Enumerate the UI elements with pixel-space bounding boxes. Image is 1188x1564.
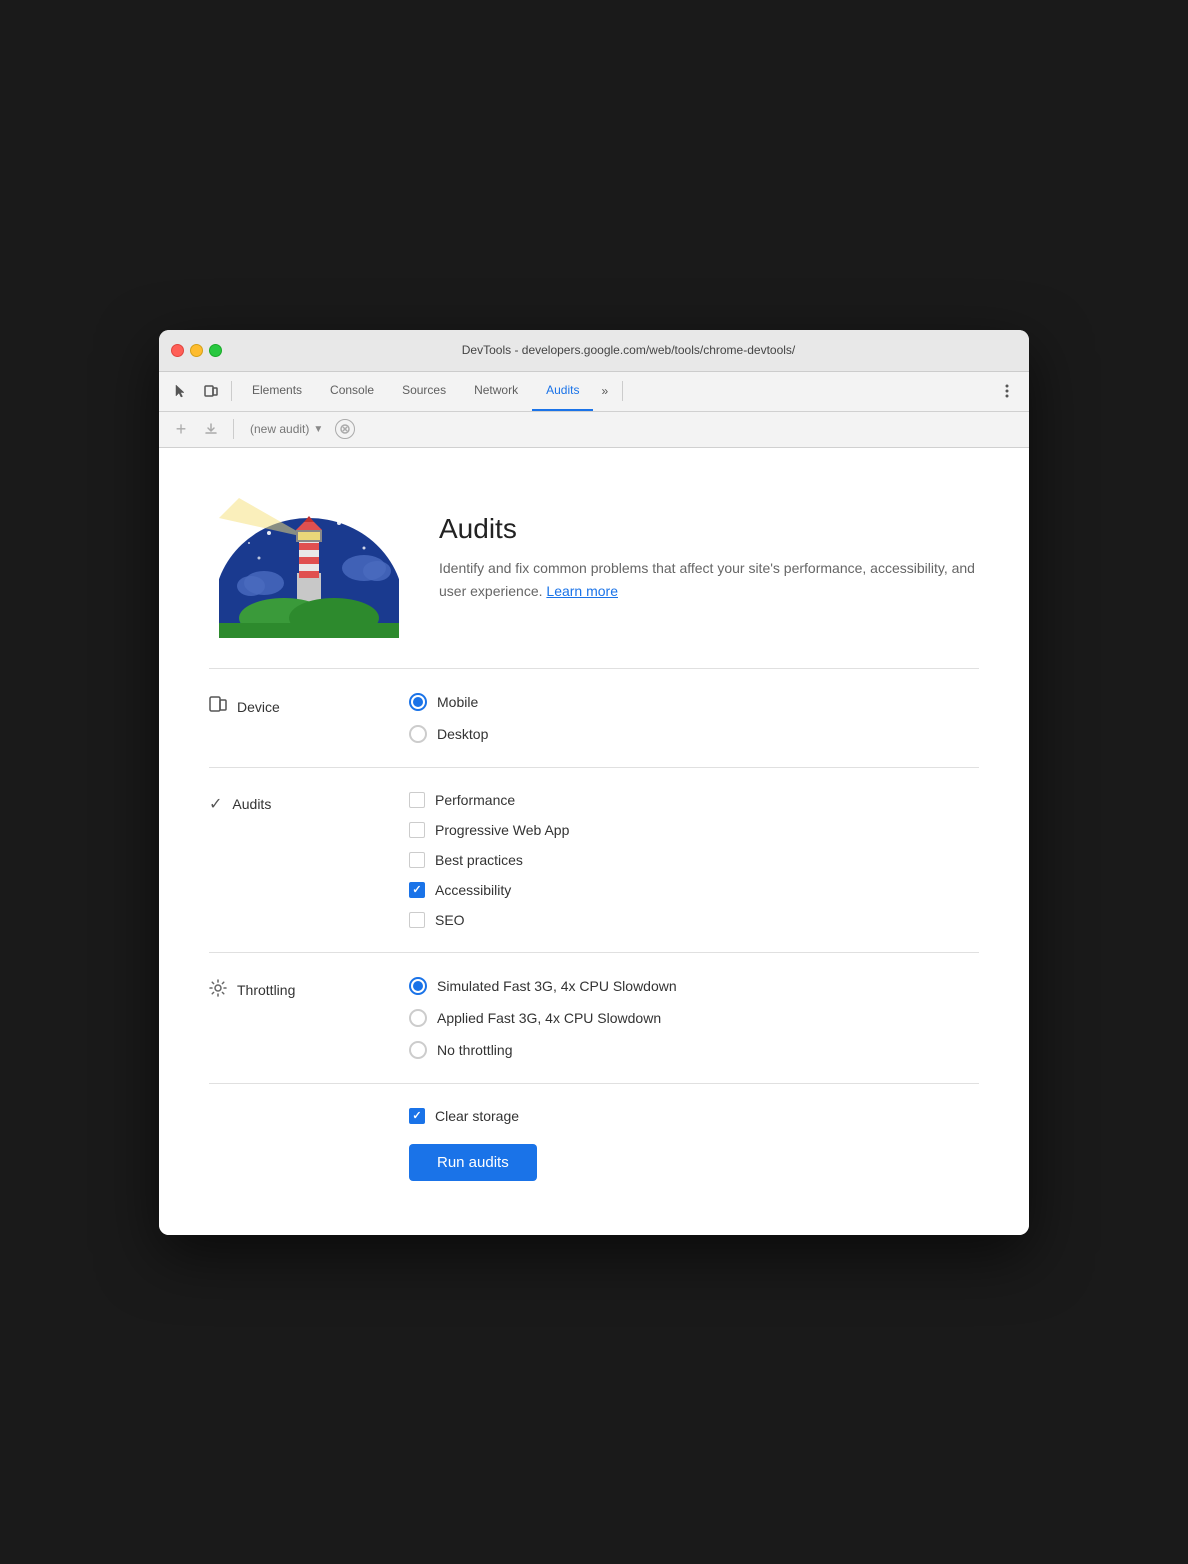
- traffic-lights: [171, 344, 222, 357]
- audit-accessibility-checkbox[interactable]: ✓: [409, 882, 425, 898]
- audit-performance-checkbox[interactable]: [409, 792, 425, 808]
- stop-button[interactable]: [335, 419, 355, 439]
- throttling-label-text: Throttling: [237, 982, 295, 998]
- throttling-applied-option[interactable]: Applied Fast 3G, 4x CPU Slowdown: [409, 1009, 979, 1027]
- main-content: Audits Identify and fix common problems …: [159, 448, 1029, 1235]
- more-tabs[interactable]: »: [593, 384, 616, 398]
- clear-storage-option[interactable]: ✓ Clear storage: [409, 1108, 519, 1124]
- window-title: DevTools - developers.google.com/web/too…: [240, 343, 1017, 357]
- throttling-applied-radio[interactable]: [409, 1009, 427, 1027]
- device-desktop-radio[interactable]: [409, 725, 427, 743]
- checkmark-symbol: ✓: [412, 883, 421, 896]
- clear-storage-label: Clear storage: [435, 1108, 519, 1124]
- throttling-simulated-label: Simulated Fast 3G, 4x CPU Slowdown: [437, 978, 677, 994]
- throttling-options: Simulated Fast 3G, 4x CPU Slowdown Appli…: [409, 977, 979, 1059]
- throttling-label: Throttling: [209, 977, 409, 1002]
- device-icon: [209, 695, 227, 720]
- toolbar-divider-2: [622, 381, 623, 401]
- audits-section: ✓ Audits Performance Progressive Web App…: [209, 768, 979, 953]
- tab-elements[interactable]: Elements: [238, 371, 316, 411]
- close-button[interactable]: [171, 344, 184, 357]
- checkmark-icon: ✓: [209, 794, 222, 814]
- clear-storage-checkbox[interactable]: ✓: [409, 1108, 425, 1124]
- clear-storage-checkmark: ✓: [412, 1109, 421, 1122]
- learn-more-link[interactable]: Learn more: [546, 583, 618, 599]
- hero-description: Identify and fix common problems that af…: [439, 557, 979, 602]
- audits-label: ✓ Audits: [209, 792, 409, 814]
- download-icon[interactable]: [199, 417, 223, 441]
- cursor-icon[interactable]: [167, 377, 195, 405]
- audit-accessibility-label: Accessibility: [435, 882, 511, 898]
- lighthouse-illustration: [209, 478, 409, 638]
- audit-dropdown-label: (new audit): [250, 422, 309, 436]
- throttling-none-radio[interactable]: [409, 1041, 427, 1059]
- throttling-applied-label: Applied Fast 3G, 4x CPU Slowdown: [437, 1010, 661, 1026]
- tab-network[interactable]: Network: [460, 371, 532, 411]
- audit-seo-option[interactable]: SEO: [409, 912, 979, 928]
- device-desktop-option[interactable]: Desktop: [409, 725, 979, 743]
- devtools-tabbar: Elements Console Sources Network Audits …: [159, 372, 1029, 412]
- audit-seo-label: SEO: [435, 912, 465, 928]
- hero-title: Audits: [439, 513, 979, 545]
- secondary-divider: [233, 419, 234, 439]
- device-mobile-radio[interactable]: [409, 693, 427, 711]
- device-label-text: Device: [237, 699, 280, 715]
- device-mobile-label: Mobile: [437, 694, 478, 710]
- run-audits-button[interactable]: Run audits: [409, 1144, 537, 1181]
- tab-list: Elements Console Sources Network Audits …: [238, 372, 616, 411]
- more-options-icon[interactable]: [993, 377, 1021, 405]
- device-desktop-label: Desktop: [437, 726, 488, 742]
- audit-pwa-option[interactable]: Progressive Web App: [409, 822, 979, 838]
- throttling-simulated-option[interactable]: Simulated Fast 3G, 4x CPU Slowdown: [409, 977, 979, 995]
- audit-pwa-checkbox[interactable]: [409, 822, 425, 838]
- dropdown-arrow-icon: ▼: [313, 424, 323, 435]
- throttling-section: Throttling Simulated Fast 3G, 4x CPU Slo…: [209, 953, 979, 1084]
- hero-text: Audits Identify and fix common problems …: [439, 513, 979, 602]
- audit-performance-label: Performance: [435, 792, 515, 808]
- device-toggle-icon[interactable]: [197, 377, 225, 405]
- toolbar-divider-1: [231, 381, 232, 401]
- bottom-section: ✓ Clear storage Run audits: [209, 1084, 979, 1205]
- maximize-button[interactable]: [209, 344, 222, 357]
- audit-seo-checkbox[interactable]: [409, 912, 425, 928]
- hero-section: Audits Identify and fix common problems …: [209, 478, 979, 638]
- titlebar: DevTools - developers.google.com/web/too…: [159, 330, 1029, 372]
- devtools-window: DevTools - developers.google.com/web/too…: [159, 330, 1029, 1235]
- add-audit-button[interactable]: +: [169, 417, 193, 441]
- tab-sources[interactable]: Sources: [388, 371, 460, 411]
- device-options: Mobile Desktop: [409, 693, 979, 743]
- audit-best-practices-label: Best practices: [435, 852, 523, 868]
- tab-console[interactable]: Console: [316, 371, 388, 411]
- secondary-toolbar: + (new audit) ▼: [159, 412, 1029, 448]
- tab-audits[interactable]: Audits: [532, 371, 593, 411]
- audit-selector[interactable]: (new audit) ▼: [244, 422, 329, 436]
- audit-accessibility-option[interactable]: ✓ Accessibility: [409, 882, 979, 898]
- device-section: Device Mobile Desktop: [209, 669, 979, 768]
- audit-best-practices-option[interactable]: Best practices: [409, 852, 979, 868]
- device-label: Device: [209, 693, 409, 720]
- audit-pwa-label: Progressive Web App: [435, 822, 569, 838]
- audits-label-text: Audits: [232, 796, 271, 812]
- throttling-none-option[interactable]: No throttling: [409, 1041, 979, 1059]
- audit-best-practices-checkbox[interactable]: [409, 852, 425, 868]
- throttling-none-label: No throttling: [437, 1042, 512, 1058]
- device-mobile-option[interactable]: Mobile: [409, 693, 979, 711]
- throttling-simulated-radio[interactable]: [409, 977, 427, 995]
- audit-performance-option[interactable]: Performance: [409, 792, 979, 808]
- gear-icon: [209, 979, 227, 1002]
- minimize-button[interactable]: [190, 344, 203, 357]
- audits-options: Performance Progressive Web App Best pra…: [409, 792, 979, 928]
